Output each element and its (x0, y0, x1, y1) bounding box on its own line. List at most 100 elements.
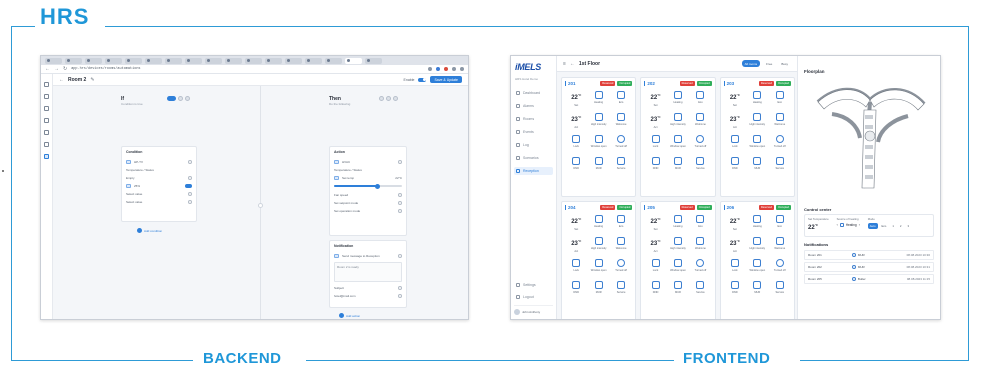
devices-icon[interactable] (44, 106, 49, 111)
delete-icon[interactable] (398, 160, 402, 164)
room-status-cell[interactable]: 23°C Act (644, 236, 666, 255)
extension-icon[interactable] (428, 67, 432, 71)
nav-settings[interactable]: Settings (514, 281, 553, 289)
add-action-button[interactable]: Add action (339, 313, 360, 318)
user-profile[interactable]: John Anthony (514, 305, 553, 315)
room-status-cell[interactable]: 23°C Act (644, 112, 666, 131)
browser-tab-active[interactable] (345, 57, 362, 64)
room-card[interactable]: 205 Reserved Occupied 22°C Set Heating Eco 23°C… (640, 201, 716, 319)
notification-item[interactable]: Room 205 Butler 08.08.2023 11:15 (804, 274, 934, 284)
nav-events[interactable]: Events (514, 128, 553, 136)
room-status-cell[interactable]: Eco (769, 90, 791, 109)
room-status-cell[interactable]: Service (769, 156, 791, 175)
action-row[interactable]: Set operation mode (334, 207, 402, 215)
room-card[interactable]: 203 Reserved Occupied 22°C Set Heating Eco 23°C… (719, 77, 795, 197)
room-status-cell[interactable]: MUR (746, 156, 768, 175)
room-status-cell[interactable]: Service (689, 280, 711, 299)
mode-2[interactable]: 2 (898, 223, 904, 229)
browser-tab[interactable] (285, 57, 302, 64)
room-status-cell[interactable]: Service (610, 280, 632, 299)
nav-rooms[interactable]: Rooms (514, 115, 553, 123)
browser-tab[interactable] (85, 57, 102, 64)
action-device-row[interactable]: HVAC (334, 158, 402, 166)
room-status-cell[interactable]: Welcome (689, 112, 711, 131)
checkbox-icon[interactable] (334, 176, 339, 180)
room-status-cell[interactable]: Lock (565, 134, 587, 153)
copy-icon[interactable] (379, 96, 384, 101)
room-status-cell[interactable]: MUR (667, 156, 689, 175)
automation-icon[interactable] (44, 154, 49, 159)
room-status-cell[interactable]: Heating (746, 214, 768, 233)
condition-row[interactable]: 25% (126, 182, 192, 190)
toggle-icon[interactable] (167, 96, 176, 101)
filter-busy[interactable]: Busy (778, 60, 791, 67)
room-status-cell[interactable]: Service (769, 280, 791, 299)
room-status-cell[interactable]: Window open (667, 134, 689, 153)
browser-tab[interactable] (305, 57, 322, 64)
condition-row[interactable]: Select value (126, 190, 192, 198)
room-status-cell[interactable]: Window open (587, 134, 609, 153)
room-status-cell[interactable]: Service (689, 156, 711, 175)
browser-tab[interactable] (245, 57, 262, 64)
room-status-cell[interactable]: Lock (724, 258, 746, 277)
room-status-cell[interactable]: DND (565, 280, 587, 299)
menu-icon[interactable] (44, 82, 49, 87)
room-card[interactable]: 201 Reserved Occupied 22°C Set Heating Eco 23°C… (561, 77, 637, 197)
radio-icon[interactable] (188, 192, 192, 196)
room-status-cell[interactable]: 22°C Set (565, 90, 587, 109)
room-status-cell[interactable]: 22°C Set (724, 214, 746, 233)
room-status-cell[interactable]: 23°C Act (724, 236, 746, 255)
room-status-cell[interactable]: DND (724, 280, 746, 299)
floorplan-map[interactable] (808, 80, 933, 198)
room-status-cell[interactable]: Turned off (769, 258, 791, 277)
radio-icon[interactable] (398, 209, 402, 213)
room-status-cell[interactable]: DND (565, 156, 587, 175)
delete-icon[interactable] (188, 160, 192, 164)
room-status-cell[interactable]: Turned off (610, 258, 632, 277)
slider-knob[interactable] (374, 183, 380, 189)
back-icon[interactable]: ← (570, 61, 575, 67)
nav-reception[interactable]: Reception (514, 167, 553, 175)
room-status-cell[interactable]: MUR (587, 280, 609, 299)
radio-icon[interactable] (398, 201, 402, 205)
enable-toggle[interactable] (418, 77, 427, 82)
room-status-cell[interactable]: Eco (610, 90, 632, 109)
room-status-cell[interactable]: Window open (746, 258, 768, 277)
browser-tab[interactable] (225, 57, 242, 64)
action-row[interactable]: Set setpoint mode (334, 199, 402, 207)
room-status-cell[interactable]: Heating (587, 90, 609, 109)
room-status-cell[interactable]: Turned off (689, 134, 711, 153)
room-status-cell[interactable]: Window open (587, 258, 609, 277)
browser-tab[interactable] (365, 57, 382, 64)
add-icon[interactable] (386, 96, 391, 101)
room-status-cell[interactable]: Heating (587, 214, 609, 233)
nav-scenarios[interactable]: Scenarios (514, 154, 553, 162)
condition-row[interactable]: Select value (126, 198, 192, 206)
checkbox-icon[interactable] (126, 184, 131, 188)
nav-dashboard[interactable]: Dashboard (514, 89, 553, 97)
room-status-cell[interactable]: 22°C Set (724, 90, 746, 109)
browser-tab[interactable] (325, 57, 342, 64)
radio-icon[interactable] (188, 200, 192, 204)
copy-icon[interactable] (178, 96, 183, 101)
browser-tab[interactable] (65, 57, 82, 64)
room-status-cell[interactable]: Lock (724, 134, 746, 153)
browser-tab[interactable] (125, 57, 142, 64)
room-status-cell[interactable]: MUR (746, 280, 768, 299)
temperature-slider[interactable] (334, 183, 402, 189)
browser-tab[interactable] (205, 57, 222, 64)
temperature-value[interactable]: 22°C (808, 223, 829, 231)
subject-row[interactable]: Subject (334, 284, 402, 292)
room-status-cell[interactable]: Turned off (610, 134, 632, 153)
room-status-cell[interactable]: Window open (746, 134, 768, 153)
nav-log[interactable]: Log (514, 141, 553, 149)
chevron-right-icon[interactable]: › (859, 223, 860, 227)
action-row[interactable]: Set temp 22°C (334, 174, 402, 182)
room-status-cell[interactable]: 22°C Set (565, 214, 587, 233)
add-condition-button[interactable]: Add condition (137, 228, 162, 233)
extension-icon[interactable] (436, 67, 440, 71)
browser-tab[interactable] (105, 57, 122, 64)
edit-icon[interactable]: ✎ (90, 77, 94, 83)
reload-icon[interactable]: ↻ (63, 66, 67, 72)
room-card[interactable]: 206 Reserved Occupied 22°C Set Heating Eco 23°C… (719, 201, 795, 319)
